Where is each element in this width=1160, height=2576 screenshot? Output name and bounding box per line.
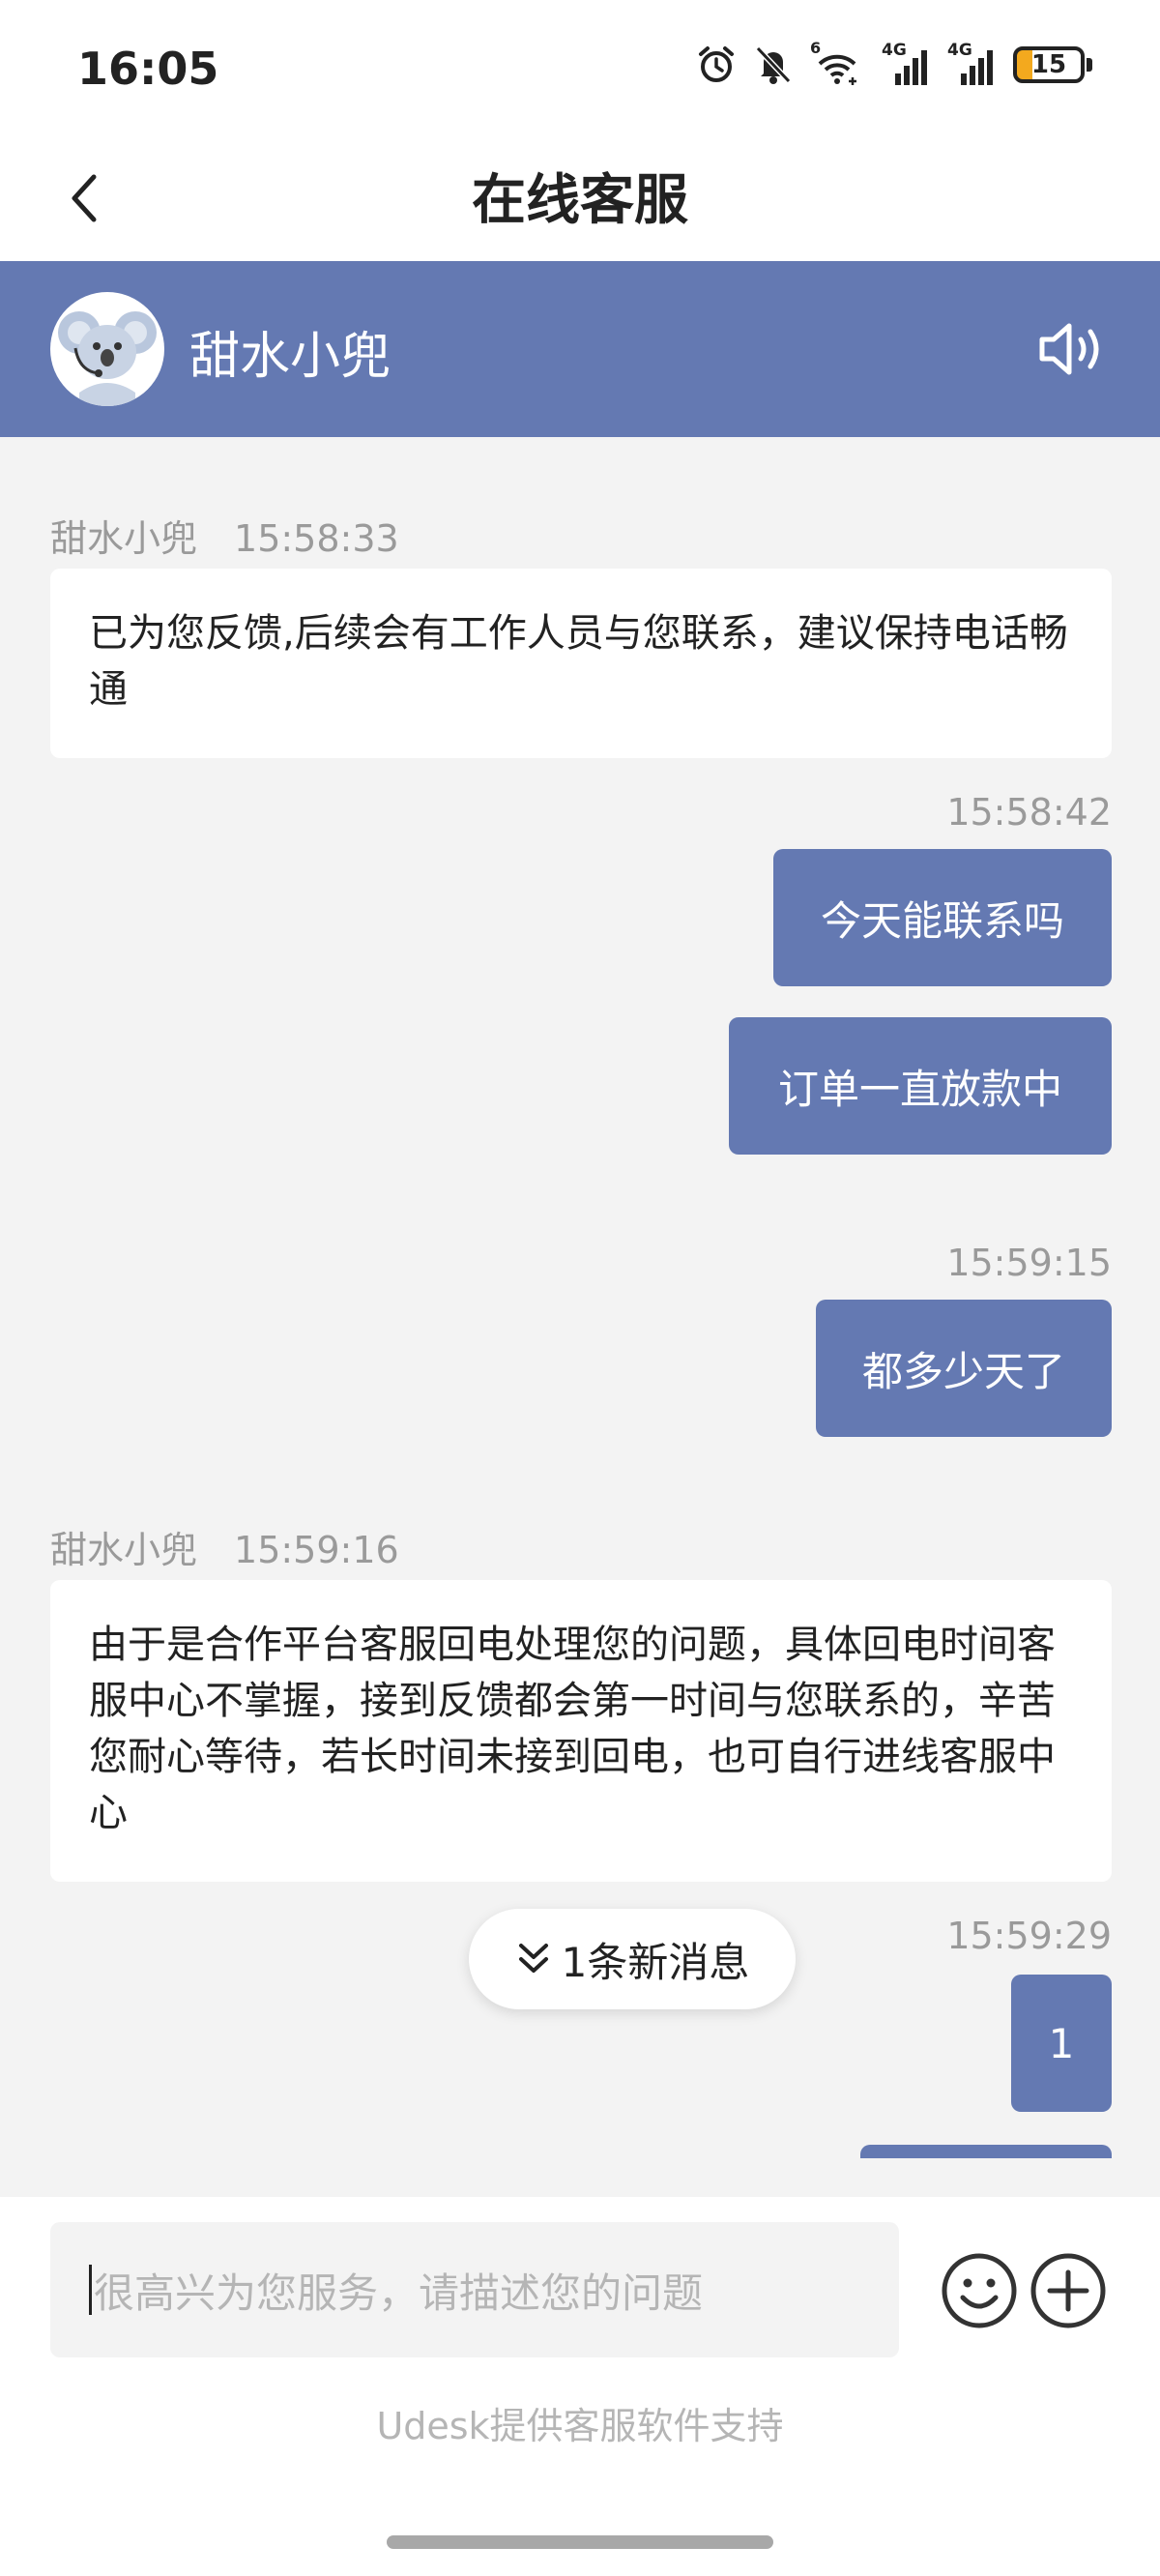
message-meta: 甜水小兜 15:59:16: [50, 1520, 399, 1573]
message-sender: 甜水小兜: [50, 1529, 198, 1571]
message-input-placeholder: 很高兴为您服务，请描述您的问题: [94, 2269, 704, 2317]
battery-icon: 15: [1013, 46, 1092, 83]
message-time: 15:58:42: [946, 791, 1112, 834]
double-chevron-down-icon: [518, 1944, 548, 1973]
message-meta: 甜水小兜 15:58:33: [50, 509, 399, 562]
outgoing-message-bubble[interactable]: 订单一直放款中: [729, 1017, 1112, 1155]
alarm-icon: [696, 44, 737, 85]
status-bar: 16:05 6 4G 4G 15: [0, 0, 1160, 135]
koala-avatar-icon: [50, 292, 164, 406]
nav-bar: 在线客服: [0, 135, 1160, 261]
emoji-icon: [942, 2253, 1017, 2328]
message-time: 15:58:33: [234, 517, 399, 560]
battery-level: 15: [1013, 46, 1085, 83]
new-messages-button[interactable]: 1条新消息: [469, 1909, 796, 2009]
new-messages-label: 1条新消息: [561, 1938, 750, 1986]
incoming-message-bubble[interactable]: 已为您反馈,后续会有工作人员与您联系，建议保持电话畅通: [50, 569, 1112, 758]
network-label-1: 4G: [882, 41, 907, 60]
message-sender: 甜水小兜: [50, 517, 198, 560]
message-input[interactable]: 很高兴为您服务，请描述您的问题: [50, 2222, 899, 2357]
network-label-2: 4G: [947, 41, 972, 60]
wifi6-icon: 6: [810, 39, 864, 85]
more-options-button[interactable]: [1029, 2251, 1108, 2330]
page-title: 在线客服: [472, 169, 688, 232]
composer: 很高兴为您服务，请描述您的问题 Udesk提供客服软件支持: [0, 2197, 1160, 2576]
emoji-button[interactable]: [940, 2251, 1019, 2330]
message-time: 15:59:16: [234, 1529, 399, 1571]
powered-by-text: Udesk提供客服软件支持: [376, 2405, 784, 2447]
home-indicator[interactable]: [387, 2535, 773, 2549]
message-time: 15:59:15: [946, 1242, 1112, 1284]
speaker-button[interactable]: [1034, 315, 1112, 383]
agent-header: 甜水小兜: [0, 261, 1160, 437]
status-icons: 6 4G 4G 15: [696, 39, 1092, 85]
signal-4g-icon-2: 4G: [947, 41, 996, 85]
agent-name: 甜水小兜: [189, 328, 392, 386]
incoming-message-bubble[interactable]: 由于是合作平台客服回电处理您的问题，具体回电时间客服中心不掌握，接到反馈都会第一…: [50, 1580, 1112, 1882]
status-time: 16:05: [77, 43, 219, 95]
speaker-icon: [1039, 323, 1099, 375]
outgoing-message-bubble[interactable]: 1: [1011, 1975, 1112, 2112]
signal-4g-icon: 4G: [882, 41, 930, 85]
outgoing-message-bubble-partial: [860, 2145, 1112, 2158]
message-time: 15:59:29: [946, 1915, 1112, 1957]
chat-messages[interactable]: 甜水小兜 15:58:33 已为您反馈,后续会有工作人员与您联系，建议保持电话畅通…: [0, 437, 1160, 2158]
outgoing-message-bubble[interactable]: 今天能联系吗: [773, 849, 1112, 986]
mute-bell-icon: [754, 44, 793, 85]
battery-tip: [1087, 58, 1092, 72]
text-cursor: [89, 2265, 92, 2315]
outgoing-message-bubble[interactable]: 都多少天了: [816, 1300, 1112, 1437]
plus-circle-icon: [1030, 2253, 1106, 2328]
wifi-badge: 6: [810, 39, 822, 57]
